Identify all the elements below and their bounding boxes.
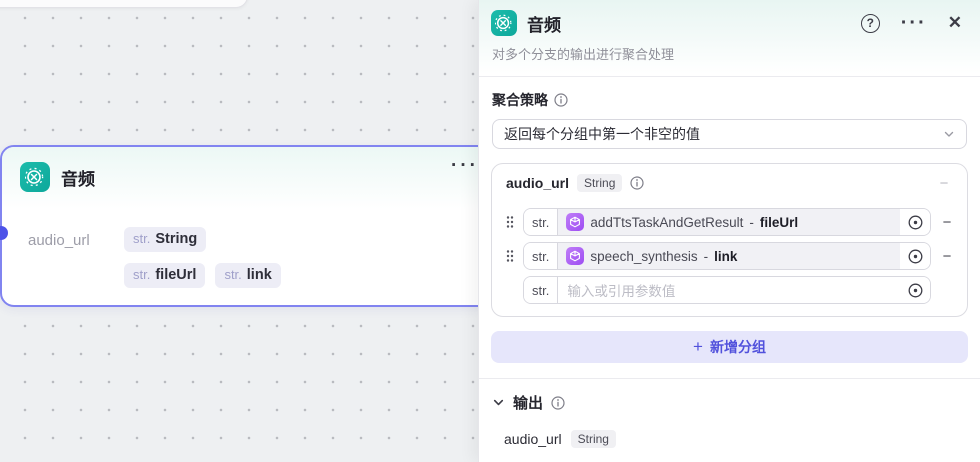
strategy-label: 聚合策略: [492, 92, 548, 108]
ref-node-name: speech_synthesis: [590, 248, 698, 264]
node-config-panel: 音频 ? ··· ✕ 对多个分支的输出进行聚合处理 聚合策略 返回每个分组中第一…: [478, 0, 980, 462]
variable-row: str. addTtsTaskAndGetResult - fileUrl −: [503, 208, 956, 236]
reference-picker-icon[interactable]: [900, 209, 930, 235]
node-input-port[interactable]: [0, 226, 8, 240]
param-type-chip: str. fileUrl: [124, 263, 206, 288]
info-icon[interactable]: [554, 93, 568, 107]
group-name: audio_url: [506, 175, 570, 191]
output-param-row: audio_url String: [504, 430, 964, 448]
variable-row: str. 输入或引用参数值: [503, 276, 956, 304]
reference-picker-icon[interactable]: [900, 243, 930, 269]
plus-icon: +: [693, 337, 703, 356]
info-icon[interactable]: [551, 395, 565, 410]
add-group-button[interactable]: + 新增分组: [491, 331, 968, 363]
param-name-spacer: [28, 263, 124, 268]
collapse-chevron-icon[interactable]: [492, 396, 505, 409]
value-input[interactable]: 输入或引用参数值: [558, 277, 900, 303]
strategy-select[interactable]: 返回每个分组中第一个非空的值: [492, 119, 967, 149]
audio-aggregator-node[interactable]: 音频 ··· audio_url str. String str. fileUrl …: [0, 145, 479, 307]
reference-picker-icon[interactable]: [900, 277, 930, 303]
param-type-chip: str. String: [124, 227, 207, 252]
aggregate-node-icon: [491, 10, 517, 36]
type-prefix: str.: [524, 277, 559, 303]
drag-handle-icon[interactable]: [503, 215, 516, 229]
remove-row-button[interactable]: −: [938, 214, 956, 231]
close-icon[interactable]: ✕: [948, 13, 962, 33]
ref-field-name: link: [714, 248, 738, 264]
aggregate-node-icon: [20, 162, 50, 192]
variable-reference-chip[interactable]: addTtsTaskAndGetResult - fileUrl: [558, 209, 900, 235]
output-param-type-chip: String: [570, 430, 616, 448]
node-description: 对多个分支的输出进行聚合处理: [492, 47, 675, 62]
type-prefix: str.: [524, 243, 559, 269]
node-header: 音频 ···: [2, 147, 479, 192]
output-label: 输出: [513, 395, 544, 412]
partial-node-above[interactable]: [0, 0, 248, 8]
variable-row: str. speech_synthesis - link −: [503, 242, 956, 270]
ref-separator: -: [703, 248, 709, 264]
remove-row-button[interactable]: −: [938, 248, 956, 265]
strategy-selected-value: 返回每个分组中第一个非空的值: [504, 126, 700, 142]
ref-node-name: addTtsTaskAndGetResult: [590, 214, 744, 230]
plugin-icon: [566, 247, 585, 265]
remove-group-button[interactable]: −: [935, 175, 953, 192]
group-type-chip: String: [577, 174, 623, 192]
variable-reference-chip[interactable]: speech_synthesis - link: [558, 243, 900, 269]
drag-handle-icon[interactable]: [503, 249, 516, 263]
output-section: 输出 audio_url String: [479, 379, 980, 448]
add-group-label: 新增分组: [709, 339, 766, 355]
chevron-down-icon: [944, 131, 954, 137]
param-name: audio_url: [28, 232, 90, 249]
ref-field-name: fileUrl: [759, 214, 799, 230]
variable-value-box[interactable]: str. addTtsTaskAndGetResult - fileUrl: [523, 208, 931, 236]
param-type-chip: str. link: [215, 263, 281, 288]
info-icon[interactable]: [630, 176, 644, 190]
output-param-name: audio_url: [504, 431, 562, 447]
more-menu-icon[interactable]: ···: [901, 13, 927, 33]
panel-title: 音频: [527, 15, 561, 35]
variable-value-box[interactable]: str. 输入或引用参数值: [523, 276, 931, 304]
aggregation-group-card: audio_url String − str. addTtsTaskAndGet…: [491, 163, 968, 317]
node-title: 音频: [61, 169, 95, 189]
node-output-params: audio_url str. String str. fileUrl str. lin…: [28, 227, 281, 299]
ref-separator: -: [749, 214, 754, 230]
help-icon[interactable]: ?: [860, 13, 880, 33]
variable-value-box[interactable]: str. speech_synthesis - link: [523, 242, 931, 270]
workflow-editor: 音频 ··· audio_url str. String str. fileUrl …: [0, 0, 980, 462]
strategy-section: 聚合策略 返回每个分组中第一个非空的值: [479, 77, 980, 149]
type-prefix: str.: [524, 209, 559, 235]
plugin-icon: [566, 213, 585, 231]
node-more-button[interactable]: ···: [451, 155, 479, 177]
panel-header: 音频 ? ··· ✕: [479, 0, 980, 42]
workflow-canvas[interactable]: 音频 ··· audio_url str. String str. fileUrl …: [0, 0, 479, 462]
